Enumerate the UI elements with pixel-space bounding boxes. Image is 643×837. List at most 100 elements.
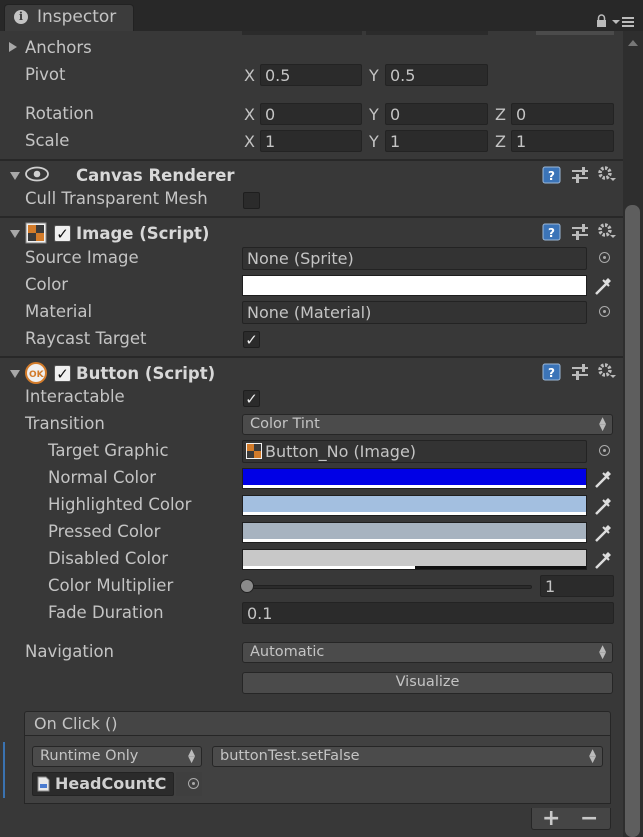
pivot-y-axis[interactable]: Y bbox=[369, 66, 379, 85]
gear-icon[interactable] bbox=[597, 222, 617, 241]
rotation-y-axis[interactable]: Y bbox=[369, 105, 379, 124]
color-multiplier-slider-track[interactable] bbox=[244, 585, 532, 589]
rotation-z-axis[interactable]: Z bbox=[495, 105, 506, 124]
image-foldout-arrow[interactable] bbox=[10, 230, 20, 238]
runtime-dropdown[interactable]: Runtime Only ▲ ▼ bbox=[32, 746, 202, 767]
on-click-title: On Click () bbox=[34, 714, 118, 733]
cull-transparent-mesh-checkbox[interactable] bbox=[243, 192, 260, 209]
target-graphic-field[interactable]: Button_No (Image) bbox=[242, 440, 587, 463]
eyedropper-icon[interactable] bbox=[593, 548, 613, 570]
scale-y-axis[interactable]: Y bbox=[369, 132, 379, 151]
canvas-renderer-foldout-arrow[interactable] bbox=[10, 172, 20, 180]
rotation-label: Rotation bbox=[25, 104, 95, 123]
disabled-color-label: Disabled Color bbox=[48, 549, 169, 568]
component-separator bbox=[0, 216, 623, 218]
pivot-label: Pivot bbox=[25, 65, 66, 84]
preset-sliders-icon[interactable] bbox=[571, 165, 589, 184]
rotation-z-field[interactable]: 0 bbox=[511, 103, 614, 125]
object-picker-icon[interactable] bbox=[599, 306, 610, 317]
pressed-color-fill bbox=[243, 523, 586, 539]
cull-transparent-mesh-label: Cull Transparent Mesh bbox=[25, 189, 208, 208]
scrollbar-thumb[interactable] bbox=[625, 205, 640, 837]
scrollbar-up-arrow[interactable] bbox=[626, 34, 640, 46]
source-image-label: Source Image bbox=[25, 248, 139, 267]
scale-label: Scale bbox=[25, 131, 70, 150]
target-graphic-label: Target Graphic bbox=[48, 441, 169, 460]
dropdown-arrows-icon: ▲ ▼ bbox=[188, 748, 195, 765]
object-picker-icon[interactable] bbox=[599, 252, 610, 263]
visualize-button[interactable]: Visualize bbox=[242, 672, 613, 694]
image-enabled-checkbox[interactable]: ✓ bbox=[54, 225, 71, 242]
help-book-icon[interactable]: ? bbox=[542, 363, 562, 381]
image-title[interactable]: Image (Script) bbox=[76, 224, 209, 243]
disabled-color-fill bbox=[243, 550, 586, 566]
rotation-x-field[interactable]: 0 bbox=[260, 103, 362, 125]
object-picker-icon[interactable] bbox=[599, 445, 610, 456]
eyedropper-icon[interactable] bbox=[593, 521, 613, 543]
raycast-target-checkbox[interactable]: ✓ bbox=[243, 331, 260, 348]
scale-x-axis[interactable]: X bbox=[244, 132, 255, 151]
add-button[interactable]: + bbox=[542, 806, 560, 831]
svg-text:?: ? bbox=[548, 366, 555, 380]
gear-icon[interactable] bbox=[597, 165, 617, 184]
scale-x-field[interactable]: 1 bbox=[260, 130, 362, 152]
highlighted-color-fill bbox=[243, 496, 586, 512]
dropdown-arrows-icon: ▲ ▼ bbox=[599, 416, 606, 433]
normal-color-swatch[interactable] bbox=[242, 468, 587, 489]
eyedropper-icon[interactable] bbox=[593, 467, 613, 489]
pivot-y-field[interactable]: 0.5 bbox=[385, 64, 488, 86]
preset-sliders-icon[interactable] bbox=[571, 362, 589, 381]
lock-icon[interactable] bbox=[596, 12, 607, 27]
function-dropdown[interactable]: buttonTest.setFalse ▲ ▼ bbox=[212, 746, 603, 767]
alpha-bar bbox=[243, 512, 586, 515]
canvas-renderer-title[interactable]: Canvas Renderer bbox=[76, 166, 235, 185]
dropdown-arrows-icon: ▲ ▼ bbox=[599, 644, 606, 661]
button-component-icon: OK bbox=[25, 362, 47, 384]
button-title[interactable]: Button (Script) bbox=[76, 364, 215, 383]
scale-y-field[interactable]: 1 bbox=[385, 130, 488, 152]
anchors-label[interactable]: Anchors bbox=[25, 38, 92, 57]
pivot-x-field[interactable]: 0.5 bbox=[260, 64, 362, 86]
navigation-dropdown[interactable]: Automatic ▲ ▼ bbox=[242, 642, 613, 663]
highlighted-color-swatch[interactable] bbox=[242, 495, 587, 516]
fade-duration-field[interactable]: 0.1 bbox=[242, 602, 614, 624]
object-field[interactable]: HeadCountC bbox=[32, 772, 174, 796]
material-field[interactable]: None (Material) bbox=[242, 301, 587, 324]
disabled-color-swatch[interactable] bbox=[242, 549, 587, 570]
button-enabled-checkbox[interactable]: ✓ bbox=[54, 365, 71, 382]
button-foldout-arrow[interactable] bbox=[10, 370, 20, 378]
pivot-x-axis[interactable]: X bbox=[244, 66, 255, 85]
color-swatch[interactable] bbox=[242, 275, 587, 296]
gear-icon[interactable] bbox=[597, 362, 617, 381]
color-multiplier-slider-thumb[interactable] bbox=[240, 579, 254, 593]
source-image-field[interactable]: None (Sprite) bbox=[242, 247, 587, 270]
context-menu-icon[interactable] bbox=[612, 13, 636, 27]
color-label: Color bbox=[25, 275, 69, 294]
runtime-value: Runtime Only bbox=[40, 748, 139, 764]
object-value: HeadCountC bbox=[55, 774, 167, 793]
color-multiplier-field[interactable]: 1 bbox=[540, 575, 614, 597]
object-picker-icon[interactable] bbox=[188, 778, 199, 789]
remove-button[interactable]: − bbox=[580, 806, 598, 831]
eyedropper-icon[interactable] bbox=[593, 494, 613, 516]
anchors-foldout-arrow[interactable] bbox=[9, 42, 17, 52]
info-icon: i bbox=[14, 10, 28, 24]
preset-sliders-icon[interactable] bbox=[571, 222, 589, 241]
help-book-icon[interactable]: ? bbox=[542, 166, 562, 184]
interactable-checkbox[interactable]: ✓ bbox=[243, 390, 260, 407]
scale-z-field[interactable]: 1 bbox=[511, 130, 614, 152]
clipped-field bbox=[366, 31, 488, 35]
svg-text:?: ? bbox=[548, 169, 555, 183]
help-book-icon[interactable]: ? bbox=[542, 223, 562, 241]
alpha-bar bbox=[243, 539, 586, 542]
tab-title: Inspector bbox=[37, 7, 117, 27]
scale-z-axis[interactable]: Z bbox=[495, 132, 506, 151]
color-multiplier-label: Color Multiplier bbox=[48, 576, 174, 595]
rotation-x-axis[interactable]: X bbox=[244, 105, 255, 124]
pressed-color-swatch[interactable] bbox=[242, 522, 587, 543]
transition-dropdown[interactable]: Color Tint ▲ ▼ bbox=[242, 414, 613, 435]
component-separator bbox=[0, 356, 623, 358]
rotation-y-field[interactable]: 0 bbox=[385, 103, 488, 125]
svg-text:?: ? bbox=[548, 226, 555, 240]
eyedropper-icon[interactable] bbox=[593, 274, 613, 296]
